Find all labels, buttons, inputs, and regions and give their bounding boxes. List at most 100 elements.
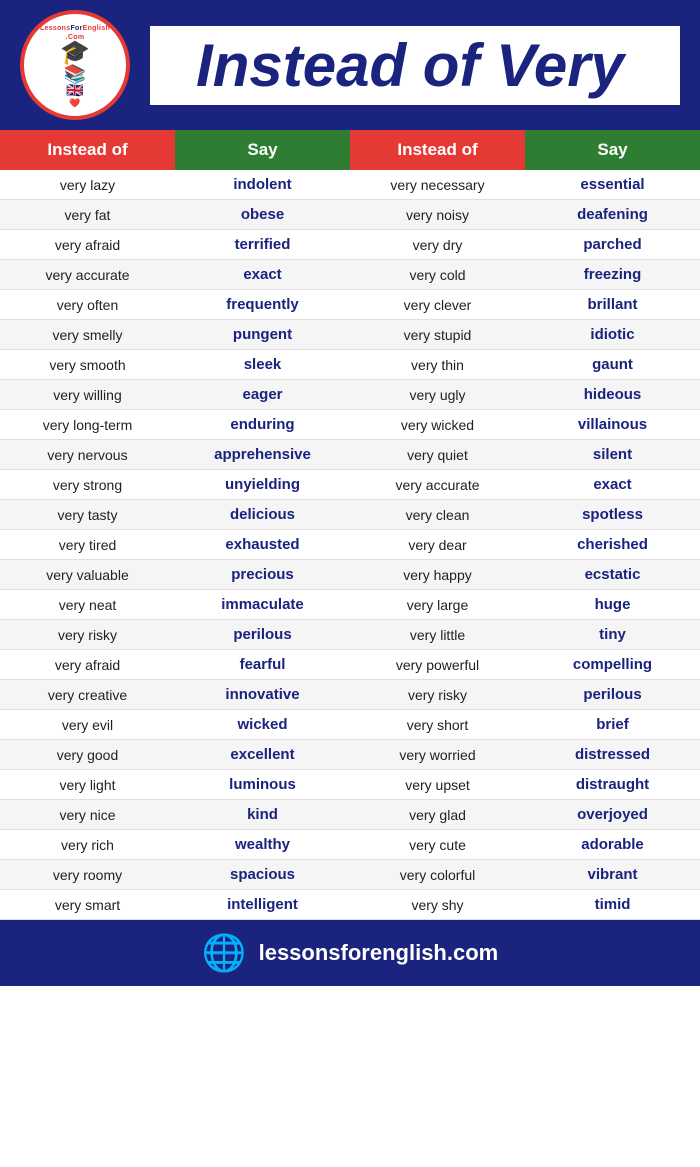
- table-row: very willingeagervery uglyhideous: [0, 380, 700, 410]
- cell-r13-c3: ecstatic: [525, 560, 700, 590]
- table-row: very riskyperilousvery littletiny: [0, 620, 700, 650]
- cell-r1-c2: very noisy: [350, 200, 525, 230]
- cell-r11-c1: delicious: [175, 500, 350, 530]
- table-row: very tiredexhaustedvery dearcherished: [0, 530, 700, 560]
- col1-header: Instead of: [0, 130, 175, 170]
- table-body: very lazyindolentvery necessaryessential…: [0, 170, 700, 920]
- cell-r9-c0: very nervous: [0, 440, 175, 470]
- cell-r22-c2: very cute: [350, 830, 525, 860]
- page-title: Instead of Very: [150, 26, 680, 105]
- cell-r19-c1: excellent: [175, 740, 350, 770]
- cell-r20-c0: very light: [0, 770, 175, 800]
- cell-r12-c0: very tired: [0, 530, 175, 560]
- books-icon: 📚: [64, 65, 86, 83]
- cell-r2-c1: terrified: [175, 230, 350, 260]
- cell-r15-c0: very risky: [0, 620, 175, 650]
- cell-r5-c2: very stupid: [350, 320, 525, 350]
- cell-r24-c2: very shy: [350, 890, 525, 920]
- cell-r7-c1: eager: [175, 380, 350, 410]
- logo: LessonsForEnglish .Com 🎓 📚 🇬🇧 ❤️: [20, 10, 130, 120]
- table-row: very nervousapprehensivevery quietsilent: [0, 440, 700, 470]
- cell-r8-c3: villainous: [525, 410, 700, 440]
- cell-r17-c0: very creative: [0, 680, 175, 710]
- cell-r8-c1: enduring: [175, 410, 350, 440]
- cell-r0-c2: very necessary: [350, 170, 525, 200]
- cell-r1-c1: obese: [175, 200, 350, 230]
- cell-r16-c1: fearful: [175, 650, 350, 680]
- cell-r15-c3: tiny: [525, 620, 700, 650]
- cell-r15-c2: very little: [350, 620, 525, 650]
- cell-r22-c0: very rich: [0, 830, 175, 860]
- cell-r13-c0: very valuable: [0, 560, 175, 590]
- cell-r9-c1: apprehensive: [175, 440, 350, 470]
- table-header-row: Instead of Say Instead of Say: [0, 130, 700, 170]
- cell-r4-c1: frequently: [175, 290, 350, 320]
- cell-r24-c0: very smart: [0, 890, 175, 920]
- cell-r14-c2: very large: [350, 590, 525, 620]
- cell-r3-c2: very cold: [350, 260, 525, 290]
- cell-r2-c3: parched: [525, 230, 700, 260]
- table-row: very long-termenduringvery wickedvillain…: [0, 410, 700, 440]
- cell-r12-c1: exhausted: [175, 530, 350, 560]
- cell-r17-c3: perilous: [525, 680, 700, 710]
- cell-r20-c3: distraught: [525, 770, 700, 800]
- cell-r13-c1: precious: [175, 560, 350, 590]
- cell-r3-c1: exact: [175, 260, 350, 290]
- table-row: very creativeinnovativevery riskyperilou…: [0, 680, 700, 710]
- cell-r10-c1: unyielding: [175, 470, 350, 500]
- cell-r18-c0: very evil: [0, 710, 175, 740]
- cell-r16-c3: compelling: [525, 650, 700, 680]
- table-row: very valuablepreciousvery happyecstatic: [0, 560, 700, 590]
- cell-r11-c2: very clean: [350, 500, 525, 530]
- cell-r11-c3: spotless: [525, 500, 700, 530]
- cell-r0-c3: essential: [525, 170, 700, 200]
- cell-r22-c1: wealthy: [175, 830, 350, 860]
- cell-r9-c2: very quiet: [350, 440, 525, 470]
- cell-r10-c2: very accurate: [350, 470, 525, 500]
- table-row: very lazyindolentvery necessaryessential: [0, 170, 700, 200]
- table-row: very afraidfearfulvery powerfulcompellin…: [0, 650, 700, 680]
- cell-r5-c1: pungent: [175, 320, 350, 350]
- footer-url: lessonsforenglish.com: [259, 940, 499, 966]
- cell-r7-c3: hideous: [525, 380, 700, 410]
- cell-r6-c3: gaunt: [525, 350, 700, 380]
- cell-r0-c1: indolent: [175, 170, 350, 200]
- cell-r18-c1: wicked: [175, 710, 350, 740]
- cell-r8-c0: very long-term: [0, 410, 175, 440]
- table-row: very lightluminousvery upsetdistraught: [0, 770, 700, 800]
- cell-r9-c3: silent: [525, 440, 700, 470]
- cell-r13-c2: very happy: [350, 560, 525, 590]
- cell-r19-c0: very good: [0, 740, 175, 770]
- cell-r4-c3: brillant: [525, 290, 700, 320]
- cell-r21-c1: kind: [175, 800, 350, 830]
- cell-r6-c0: very smooth: [0, 350, 175, 380]
- cell-r5-c0: very smelly: [0, 320, 175, 350]
- cell-r20-c2: very upset: [350, 770, 525, 800]
- cell-r15-c1: perilous: [175, 620, 350, 650]
- cell-r2-c0: very afraid: [0, 230, 175, 260]
- cell-r20-c1: luminous: [175, 770, 350, 800]
- cell-r22-c3: adorable: [525, 830, 700, 860]
- main-table-container: Instead of Say Instead of Say very lazyi…: [0, 130, 700, 920]
- table-row: very fatobesevery noisydeafening: [0, 200, 700, 230]
- cell-r16-c0: very afraid: [0, 650, 175, 680]
- col4-header: Say: [525, 130, 700, 170]
- cell-r6-c2: very thin: [350, 350, 525, 380]
- cell-r5-c3: idiotic: [525, 320, 700, 350]
- footer: 🌐 lessonsforenglish.com: [0, 920, 700, 986]
- cell-r2-c2: very dry: [350, 230, 525, 260]
- table-row: very smellypungentvery stupididiotic: [0, 320, 700, 350]
- cell-r18-c2: very short: [350, 710, 525, 740]
- table-row: very oftenfrequentlyvery cleverbrillant: [0, 290, 700, 320]
- table-row: very richwealthyvery cuteadorable: [0, 830, 700, 860]
- cell-r24-c3: timid: [525, 890, 700, 920]
- cell-r24-c1: intelligent: [175, 890, 350, 920]
- table-row: very neatimmaculatevery largehuge: [0, 590, 700, 620]
- cell-r14-c0: very neat: [0, 590, 175, 620]
- cell-r14-c1: immaculate: [175, 590, 350, 620]
- cell-r16-c2: very powerful: [350, 650, 525, 680]
- cell-r23-c1: spacious: [175, 860, 350, 890]
- cell-r8-c2: very wicked: [350, 410, 525, 440]
- cell-r21-c3: overjoyed: [525, 800, 700, 830]
- table-row: very evilwickedvery shortbrief: [0, 710, 700, 740]
